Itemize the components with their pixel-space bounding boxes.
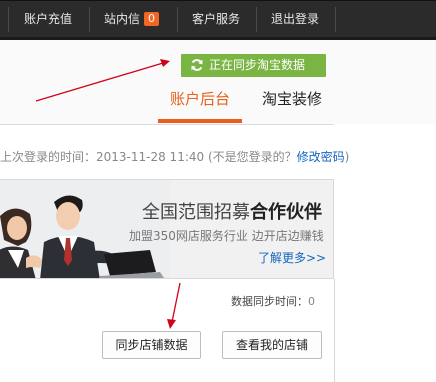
- refresh-icon: [191, 59, 203, 71]
- last-login-text: 上次登录的时间：2013-11-28 11:40 (不是您登录的？: [0, 150, 297, 164]
- page-header: 正在同步淘宝数据 账户后台 淘宝装修: [0, 40, 436, 125]
- syncing-taobao-data-button[interactable]: 正在同步淘宝数据: [181, 54, 326, 77]
- data-sync-time: 数据同步时间：0: [231, 293, 315, 309]
- nav-separator: [256, 7, 257, 32]
- banner-title-text: 全国范围招募: [142, 202, 250, 223]
- sync-store-data-button[interactable]: 同步店铺数据: [102, 331, 201, 359]
- message-count-badge: 0: [144, 12, 160, 26]
- last-login-info: 上次登录的时间：2013-11-28 11:40 (不是您登录的？修改密码): [0, 148, 349, 165]
- sync-button-label: 正在同步淘宝数据: [209, 58, 306, 72]
- top-navigation-bar: 账户充值 站内信 0 客户服务 退出登录: [0, 0, 436, 40]
- banner-title: 全国范围招募合作伙伴: [142, 198, 322, 224]
- nav-separator: [177, 7, 178, 32]
- nav-separator: [335, 7, 336, 32]
- view-my-store-button[interactable]: 查看我的店铺: [222, 331, 322, 359]
- last-login-suffix: ): [344, 150, 350, 164]
- nav-logout-link[interactable]: 退出登录: [271, 1, 319, 38]
- nav-messages-link[interactable]: 站内信 0: [104, 1, 160, 38]
- tab-account-backend[interactable]: 账户后台: [158, 88, 242, 110]
- banner-subtitle: 加盟350网店服务行业 边开店边赚钱: [129, 229, 324, 243]
- active-tab-indicator: [158, 119, 242, 123]
- nav-recharge-link[interactable]: 账户充值: [24, 1, 72, 38]
- banner-title-emphasis: 合作伙伴: [250, 202, 322, 223]
- nav-messages-label: 站内信: [104, 12, 141, 26]
- tab-taobao-decoration[interactable]: 淘宝装修: [262, 88, 322, 110]
- nav-separator: [8, 7, 9, 32]
- nav-separator: [89, 7, 90, 32]
- learn-more-link[interactable]: 了解更多>>: [258, 249, 326, 266]
- sync-time-value: 0: [308, 295, 315, 308]
- change-password-link[interactable]: 修改密码: [297, 150, 345, 164]
- nav-service-link[interactable]: 客户服务: [192, 1, 240, 38]
- sync-time-label: 数据同步时间：: [231, 295, 308, 308]
